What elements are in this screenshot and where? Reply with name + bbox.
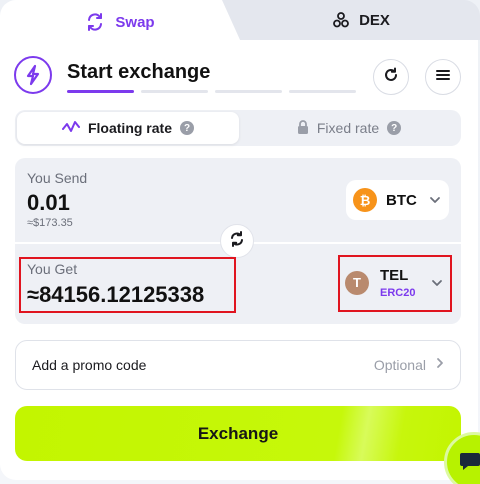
floating-rate-label: Floating rate: [87, 120, 172, 136]
menu-button[interactable]: [425, 59, 461, 95]
floating-rate-help-icon[interactable]: ?: [180, 121, 194, 135]
bitcoin-icon: ₿: [353, 188, 377, 212]
fixed-rate-help-icon[interactable]: ?: [387, 121, 402, 135]
page-title: Start exchange: [67, 61, 211, 83]
fixed-rate-option[interactable]: Fixed rate ?: [239, 112, 459, 144]
swap-icon: [229, 230, 245, 252]
send-coin-ticker: BTC: [386, 191, 417, 209]
promo-optional-label: Optional: [373, 357, 426, 373]
tab-bar: Swap DEX: [0, 0, 480, 44]
progress-step-2: [141, 90, 208, 93]
chevron-down-icon: [429, 191, 441, 209]
tab-dex[interactable]: DEX: [222, 0, 480, 40]
chat-icon: [459, 449, 480, 476]
highlight-get-coin: [338, 255, 452, 312]
fixed-rate-label: Fixed rate: [316, 120, 380, 136]
swap-arrows-icon: [85, 12, 105, 32]
lightning-icon: [14, 56, 52, 94]
send-usd-value: ≈$173.35: [27, 217, 73, 229]
exchange-button[interactable]: Exchange: [15, 406, 461, 461]
progress-steps: [67, 90, 356, 93]
refresh-button[interactable]: [373, 59, 409, 95]
send-label: You Send: [27, 170, 88, 186]
highlight-get-amount: [19, 257, 236, 313]
send-amount-input[interactable]: 0.01: [27, 190, 70, 216]
rate-toggle: Floating rate ? Fixed rate ?: [15, 110, 461, 146]
progress-step-4: [289, 90, 356, 93]
lock-icon: [297, 119, 309, 137]
floating-rate-option[interactable]: Floating rate ?: [17, 112, 239, 144]
hamburger-icon: [435, 68, 451, 87]
progress-step-1: [67, 90, 134, 93]
tab-swap-label: Swap: [115, 13, 155, 31]
tab-swap[interactable]: Swap: [0, 0, 240, 44]
swap-direction-button[interactable]: [220, 224, 254, 258]
send-coin-selector[interactable]: ₿ BTC: [346, 180, 449, 220]
exchange-widget: Swap DEX Start exchange Floating rate ? …: [0, 0, 480, 484]
promo-code-label: Add a promo code: [32, 357, 147, 373]
refresh-icon: [383, 67, 399, 88]
tab-dex-label: DEX: [359, 11, 390, 29]
nodes-icon: [332, 11, 350, 29]
progress-step-3: [215, 90, 282, 93]
chevron-right-icon: [436, 356, 444, 374]
rate-chart-icon: [61, 120, 80, 137]
promo-code-row[interactable]: Add a promo code Optional: [15, 340, 461, 390]
